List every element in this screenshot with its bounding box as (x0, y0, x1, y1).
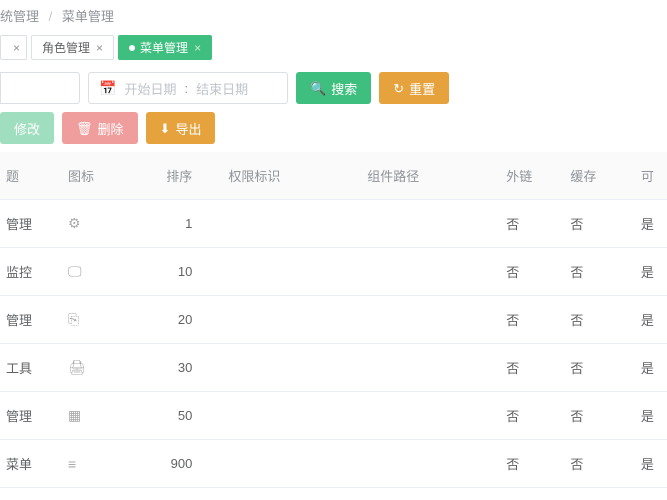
breadcrumb: 统管理 / 菜单管理 (0, 0, 667, 31)
cell-path (361, 200, 500, 248)
cell-vis: 是 (635, 248, 667, 296)
tab-label: 菜单管理 (140, 39, 188, 56)
cell-path (361, 344, 500, 392)
date-end-placeholder: 结束日期 (196, 79, 248, 98)
tabs: × 角色管理 × 菜单管理 × (0, 35, 667, 60)
refresh-icon: ↻ (393, 82, 404, 95)
cell-perm (222, 200, 361, 248)
reset-label: 重置 (409, 79, 435, 98)
cell-cache: 否 (564, 296, 635, 344)
close-icon[interactable]: × (13, 41, 20, 55)
edit-label: 修改 (14, 119, 40, 138)
cell-icon: ⚙ (62, 200, 141, 248)
table-row[interactable]: 管理⚙1否否是 (0, 200, 667, 248)
cell-cache: 否 (564, 392, 635, 440)
cell-sort: 20 (141, 296, 222, 344)
col-icon: 图标 (62, 152, 141, 200)
breadcrumb-part2: 菜单管理 (62, 9, 114, 24)
cell-sort: 10 (141, 248, 222, 296)
cell-ext: 否 (500, 392, 564, 440)
tab-role-mgmt[interactable]: 角色管理 × (31, 35, 114, 60)
cell-icon: ≡ (62, 440, 141, 488)
cell-sort: 50 (141, 392, 222, 440)
col-sort: 排序 (141, 152, 222, 200)
table-row[interactable]: 管理⎘20否否是 (0, 296, 667, 344)
col-cache: 缓存 (564, 152, 635, 200)
cell-ext: 否 (500, 344, 564, 392)
cell-ext: 否 (500, 248, 564, 296)
cell-title: 监控 (0, 248, 62, 296)
cell-title: 管理 (0, 392, 62, 440)
date-start-placeholder: 开始日期 (124, 79, 176, 98)
close-icon[interactable]: × (194, 41, 201, 55)
cell-icon: 🖵 (62, 248, 141, 296)
cell-title: 管理 (0, 296, 62, 344)
name-input[interactable] (0, 72, 80, 104)
table-row[interactable]: 监控🖵10否否是 (0, 248, 667, 296)
export-label: 导出 (175, 119, 201, 138)
search-label: 搜索 (331, 79, 357, 98)
cell-icon: 🖨 (62, 344, 141, 392)
table-row[interactable]: 工具🖨30否否是 (0, 344, 667, 392)
col-perm: 权限标识 (222, 152, 361, 200)
cell-icon: ▦ (62, 392, 141, 440)
cell-path (361, 440, 500, 488)
reset-button[interactable]: ↻ 重置 (379, 72, 449, 104)
table-row[interactable]: 管理▦50否否是 (0, 392, 667, 440)
col-path: 组件路径 (361, 152, 500, 200)
cell-cache: 否 (564, 440, 635, 488)
search-icon: 🔍 (310, 82, 326, 95)
cell-vis: 是 (635, 440, 667, 488)
cell-perm (222, 296, 361, 344)
cell-cache: 否 (564, 248, 635, 296)
cell-title: 工具 (0, 344, 62, 392)
cell-vis: 是 (635, 344, 667, 392)
date-sep: : (184, 81, 188, 96)
col-ext: 外链 (500, 152, 564, 200)
trash-icon: 🗑 (76, 122, 93, 135)
cell-perm (222, 248, 361, 296)
calendar-icon: 📅 (99, 80, 116, 97)
menu-table: 题 图标 排序 权限标识 组件路径 外链 缓存 可 管理⚙1否否是监控🖵10否否… (0, 152, 667, 488)
search-bar: 📅 开始日期 : 结束日期 🔍 搜索 ↻ 重置 (0, 72, 667, 104)
cell-path (361, 248, 500, 296)
edit-button[interactable]: 修改 (0, 112, 54, 144)
tab-partial[interactable]: × (0, 35, 27, 60)
cell-ext: 否 (500, 296, 564, 344)
col-vis: 可 (635, 152, 667, 200)
cell-path (361, 392, 500, 440)
close-icon[interactable]: × (96, 41, 103, 55)
cell-perm (222, 392, 361, 440)
table-row[interactable]: 菜单≡900否否是 (0, 440, 667, 488)
cell-path (361, 296, 500, 344)
cell-sort: 30 (141, 344, 222, 392)
search-button[interactable]: 🔍 搜索 (296, 72, 371, 104)
cell-icon: ⎘ (62, 296, 141, 344)
download-icon: ⬇ (160, 122, 171, 135)
tab-menu-mgmt[interactable]: 菜单管理 × (118, 35, 212, 60)
cell-vis: 是 (635, 296, 667, 344)
cell-perm (222, 344, 361, 392)
delete-button[interactable]: 🗑 删除 (62, 112, 138, 144)
breadcrumb-part1: 统管理 (0, 9, 39, 24)
col-title: 题 (0, 152, 62, 200)
tab-label: 角色管理 (42, 39, 90, 56)
action-bar: 修改 🗑 删除 ⬇ 导出 (0, 112, 667, 144)
cell-vis: 是 (635, 392, 667, 440)
cell-ext: 否 (500, 440, 564, 488)
delete-label: 删除 (98, 119, 124, 138)
table-header-row: 题 图标 排序 权限标识 组件路径 外链 缓存 可 (0, 152, 667, 200)
cell-cache: 否 (564, 344, 635, 392)
breadcrumb-sep: / (49, 9, 53, 24)
export-button[interactable]: ⬇ 导出 (146, 112, 216, 144)
cell-sort: 900 (141, 440, 222, 488)
cell-perm (222, 440, 361, 488)
cell-cache: 否 (564, 200, 635, 248)
cell-ext: 否 (500, 200, 564, 248)
cell-sort: 1 (141, 200, 222, 248)
cell-vis: 是 (635, 200, 667, 248)
date-range-picker[interactable]: 📅 开始日期 : 结束日期 (88, 72, 288, 104)
cell-title: 菜单 (0, 440, 62, 488)
cell-title: 管理 (0, 200, 62, 248)
